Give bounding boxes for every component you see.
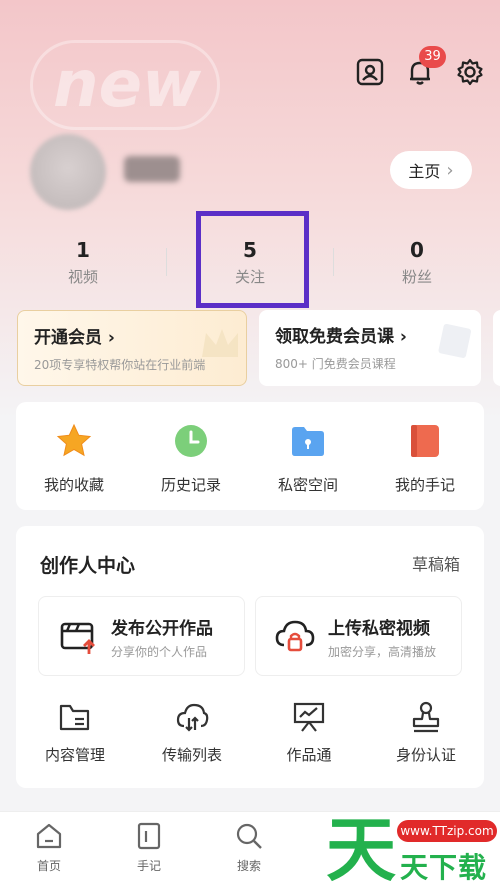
stat-followers[interactable]: 0 粉丝 <box>334 236 500 287</box>
gear-icon[interactable] <box>455 57 485 87</box>
vip-promo-card[interactable]: 开通会员 › 20项专享特权帮你站在行业前端 <box>17 310 247 386</box>
username-blurred <box>124 156 180 182</box>
cloud-transfer-icon <box>176 703 209 732</box>
quick-item-private-space[interactable]: 私密空间 <box>253 422 363 495</box>
quick-item-favorites[interactable]: 我的收藏 <box>19 422 129 495</box>
chevron-right-icon: › <box>446 159 454 181</box>
watermark-big-char: 天 <box>326 809 396 889</box>
nav-home[interactable]: 首页 <box>14 821 84 874</box>
upload-private-video-button[interactable]: 上传私密视频 加密分享，高清播放 <box>255 596 462 676</box>
tool-transfer-list[interactable]: 传输列表 <box>137 700 247 765</box>
notebook-icon <box>411 425 439 457</box>
action-subtitle: 分享你的个人作品 <box>111 645 208 659</box>
quick-item-notes[interactable]: 我的手记 <box>370 422 480 495</box>
home-icon <box>36 823 62 849</box>
stat-label: 视频 <box>67 268 98 286</box>
tool-label: 传输列表 <box>161 746 222 764</box>
stat-value: 1 <box>76 238 90 262</box>
book-icon <box>438 323 472 359</box>
free-course-promo-card[interactable]: 领取免费会员课 › 800+ 门免费会员课程 <box>259 310 481 386</box>
star-icon <box>56 423 92 457</box>
watermark-url: www.TTzip.com <box>397 820 497 842</box>
tool-identity-verification[interactable]: 身份认证 <box>371 700 481 765</box>
home-page-button[interactable]: 主页 › <box>390 151 472 189</box>
folder-list-icon <box>59 704 90 731</box>
stat-value: 0 <box>410 238 424 262</box>
action-subtitle: 加密分享，高清播放 <box>328 645 437 659</box>
tool-label: 内容管理 <box>44 746 105 764</box>
avatar[interactable] <box>30 134 106 210</box>
quick-item-history[interactable]: 历史记录 <box>136 422 246 495</box>
nav-search[interactable]: 搜索 <box>214 821 284 874</box>
highlight-box <box>196 211 309 308</box>
clapperboard-upload-icon <box>60 622 95 654</box>
quick-item-label: 我的手记 <box>394 476 455 494</box>
private-folder-icon <box>292 427 324 456</box>
stamp-icon <box>412 701 440 733</box>
tool-content-management[interactable]: 内容管理 <box>20 700 130 765</box>
note-icon <box>137 822 161 850</box>
new-watermark: new <box>30 40 220 130</box>
promo-card-overflow[interactable] <box>493 310 500 386</box>
stat-videos[interactable]: 1 视频 <box>0 236 166 287</box>
nav-notes[interactable]: 手记 <box>114 821 184 874</box>
presentation-chart-icon <box>293 702 325 732</box>
creator-center-title: 创作人中心 <box>40 555 136 577</box>
tool-label: 作品通 <box>286 746 332 764</box>
nav-label: 首页 <box>36 859 61 873</box>
cloud-lock-icon <box>275 620 315 652</box>
contacts-icon[interactable] <box>355 57 385 87</box>
quick-item-label: 私密空间 <box>277 476 338 494</box>
crown-icon <box>202 329 238 357</box>
tool-works-pass[interactable]: 作品通 <box>254 700 364 765</box>
quick-item-label: 历史记录 <box>160 476 221 494</box>
nav-label: 手记 <box>136 859 161 873</box>
home-button-label: 主页 <box>408 162 441 181</box>
quick-item-label: 我的收藏 <box>43 476 104 494</box>
stat-label: 粉丝 <box>401 268 432 286</box>
action-title: 发布公开作品 <box>111 619 213 639</box>
search-icon <box>236 823 262 849</box>
nav-label: 搜索 <box>236 859 261 873</box>
action-title: 上传私密视频 <box>328 619 430 639</box>
drafts-link[interactable]: 草稿箱 <box>412 551 460 575</box>
notification-badge: 39 <box>419 46 446 68</box>
publish-public-work-button[interactable]: 发布公开作品 分享你的个人作品 <box>38 596 245 676</box>
clock-icon <box>175 425 207 457</box>
watermark-brand: 天下载 <box>400 851 488 884</box>
tool-label: 身份认证 <box>395 746 456 764</box>
